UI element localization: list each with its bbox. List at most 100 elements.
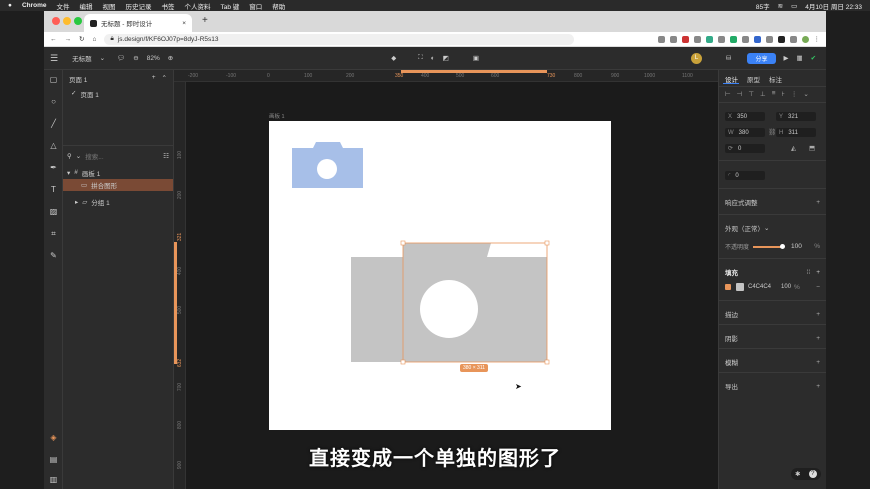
add-blur-icon[interactable]: + — [816, 359, 820, 366]
artboard-label[interactable]: 画板 1 — [269, 112, 285, 120]
triangle-icon[interactable]: △ — [48, 140, 59, 151]
flip-vertical-icon[interactable]: ⬒ — [809, 144, 815, 152]
appearance-section[interactable]: 外观（正常） ⌄ — [725, 223, 820, 233]
fill-styles-icon[interactable]: ⁞⁞ — [807, 269, 811, 276]
chevron-down-icon[interactable]: ⌄ — [100, 54, 105, 62]
menu-tab[interactable]: Tab 键 — [221, 1, 240, 11]
search-input[interactable]: 搜索... — [85, 151, 103, 161]
layers-stack-icon[interactable]: ⛁ — [726, 54, 731, 62]
menu-profile[interactable]: 个人资料 — [185, 1, 211, 11]
extension-icon[interactable] — [693, 35, 701, 43]
opacity-value[interactable]: 100 — [791, 243, 802, 250]
menu-view[interactable]: 视图 — [103, 1, 116, 11]
blue-camera-shape[interactable] — [292, 142, 363, 188]
extension-icon[interactable] — [765, 35, 773, 43]
extension-icon[interactable] — [729, 35, 737, 43]
share-button[interactable]: 分享 — [747, 52, 776, 64]
fill-color-swatch[interactable] — [736, 283, 744, 291]
text-icon[interactable]: T — [48, 184, 59, 195]
fill-visibility-icon[interactable] — [725, 284, 731, 290]
opacity-slider-thumb[interactable] — [780, 243, 786, 249]
comment-icon[interactable]: 💬︎ — [117, 54, 125, 62]
flip-horizontal-icon[interactable]: ◭ — [791, 144, 796, 152]
pen-icon[interactable]: ✒ — [48, 162, 59, 173]
shadow-section[interactable]: 阴影 + — [725, 333, 820, 344]
browser-menu-icon[interactable]: ⋮ — [814, 35, 821, 43]
align-bottom-icon[interactable]: ⊦ — [781, 90, 784, 98]
clock[interactable]: 4月10日 周日 22:33 — [805, 1, 862, 11]
browser-tab[interactable]: 无标题 - 即时设计 × — [84, 14, 192, 32]
page-item[interactable]: ✓ 页面 1 — [71, 89, 99, 99]
reload-icon[interactable]: ↻ — [79, 35, 84, 43]
share-page-icon[interactable] — [657, 35, 665, 43]
gray-camera-shape[interactable] — [351, 243, 547, 362]
remove-fill-icon[interactable]: − — [816, 284, 820, 291]
menu-window[interactable]: 窗口 — [249, 1, 262, 11]
play-icon[interactable]: ▶ — [784, 54, 789, 62]
user-avatar[interactable]: L — [691, 52, 703, 64]
crop-tool-icon[interactable]: ⌗ — [48, 228, 59, 239]
more-align-icon[interactable]: ⌄ — [803, 90, 808, 98]
canvas[interactable]: -200 -100 0 100 200 350 400 500 600 730 … — [174, 70, 718, 489]
extension-icon[interactable] — [777, 35, 785, 43]
library-icon[interactable]: ▦ — [797, 54, 803, 62]
extension-icon[interactable] — [741, 35, 749, 43]
back-icon[interactable]: ← — [50, 36, 57, 43]
close-window-icon[interactable] — [52, 17, 60, 25]
align-top-icon[interactable]: ⊥ — [760, 90, 766, 98]
menu-history[interactable]: 历史记录 — [126, 1, 152, 11]
menu-bookmarks[interactable]: 书签 — [162, 1, 175, 11]
close-tab-icon[interactable]: × — [182, 20, 186, 27]
align-center-h-icon[interactable]: ⊣ — [737, 90, 743, 98]
expand-icon[interactable]: ▸ — [75, 198, 78, 206]
rotation-field[interactable]: ⟳ 0 — [725, 144, 765, 153]
file-name[interactable]: 无标题 — [72, 53, 92, 63]
bookmark-star-icon[interactable] — [669, 35, 677, 43]
layer-row-artboard[interactable]: ▾ # 画板 1 — [67, 167, 173, 178]
filter-icon[interactable]: ☷ — [163, 152, 169, 160]
frame-icon[interactable]: ▢ — [48, 74, 59, 85]
zoom-level[interactable]: 82% — [147, 55, 160, 62]
align-left-icon[interactable]: ⊢ — [725, 90, 731, 98]
wifi-icon[interactable]: ≋ — [778, 2, 783, 10]
layer-search[interactable]: ⚲ ⌄ 搜索... ☷ — [67, 151, 169, 161]
collapse-pages-icon[interactable]: ⌃ — [162, 74, 167, 84]
brush-icon[interactable]: ✎ — [48, 250, 59, 261]
add-icon[interactable]: + — [816, 199, 820, 206]
image-icon[interactable]: ▨ — [48, 206, 59, 217]
menu-file[interactable]: 文件 — [57, 1, 70, 11]
crop-icon[interactable]: ▣ — [473, 54, 479, 62]
profile-icon[interactable] — [801, 35, 809, 43]
fill-hex[interactable]: C4C4C4 — [748, 284, 771, 290]
component-icon[interactable]: ◆ — [391, 54, 396, 62]
tab-prototype[interactable]: 原型 — [747, 74, 760, 84]
add-export-icon[interactable]: + — [816, 383, 820, 390]
opacity-slider[interactable] — [753, 243, 786, 249]
expand-icon[interactable]: ▾ — [67, 169, 70, 177]
home-icon[interactable]: ⌂ — [92, 36, 96, 43]
add-page-icon[interactable]: + — [152, 74, 156, 84]
stroke-section[interactable]: 描边 + — [725, 309, 820, 320]
responsive-section[interactable]: 响应式调整 + — [725, 197, 820, 208]
app-name[interactable]: Chrome — [22, 2, 47, 9]
export-section[interactable]: 导出 + — [725, 381, 820, 392]
sync-status-icon[interactable]: ✔ — [811, 54, 816, 62]
new-tab-icon[interactable]: + — [202, 15, 208, 26]
main-menu-icon[interactable]: ☰ — [50, 53, 58, 64]
layer-row-group[interactable]: ▸ ▱ 分组 1 — [75, 196, 173, 207]
zoom-out-icon[interactable]: ⊖ — [133, 54, 138, 62]
help-icon[interactable]: ? — [808, 470, 817, 478]
pages-icon[interactable]: ▥ — [48, 474, 59, 485]
ellipse-icon[interactable]: ○ — [48, 96, 59, 107]
chevron-down-icon[interactable]: ⌄ — [764, 224, 769, 232]
align-middle-icon[interactable]: ≡ — [772, 90, 776, 98]
artboard[interactable]: 380 × 311 — [269, 121, 611, 430]
menu-help[interactable]: 帮助 — [272, 1, 285, 11]
boolean-icon[interactable]: ◐ — [431, 55, 435, 62]
minimize-window-icon[interactable] — [63, 17, 71, 25]
extension-icon[interactable] — [681, 35, 689, 43]
extensions-puzzle-icon[interactable] — [789, 35, 797, 43]
radius-field[interactable]: ◜ 0 — [725, 171, 765, 180]
forward-icon[interactable]: → — [65, 36, 72, 43]
distribute-icon[interactable]: ⋮ — [791, 90, 798, 98]
